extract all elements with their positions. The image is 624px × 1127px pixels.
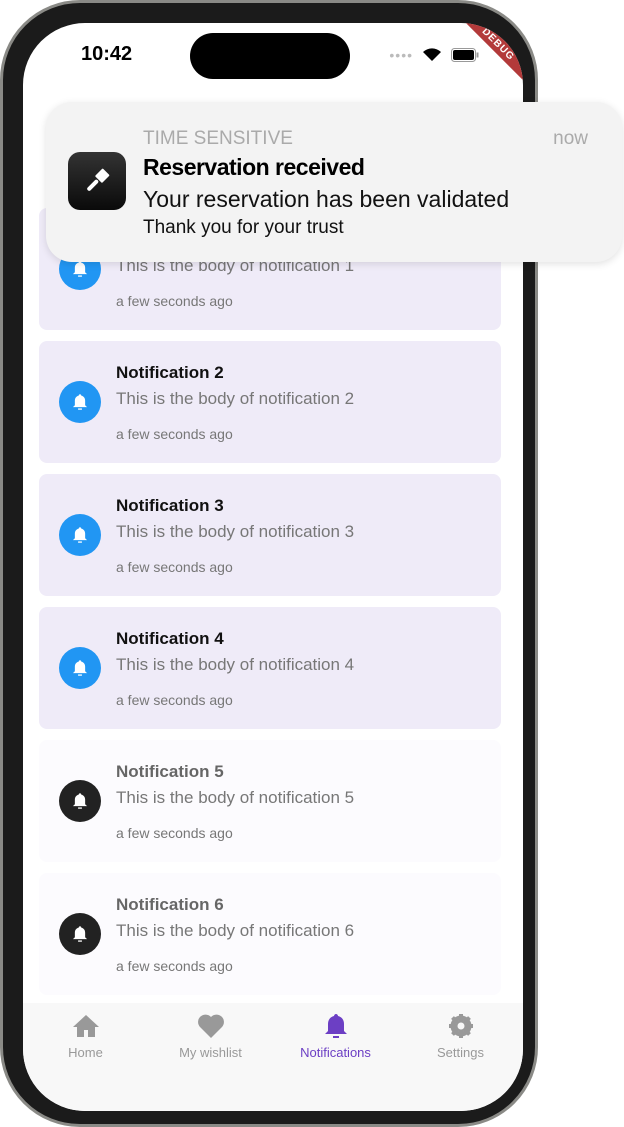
notification-time: a few seconds ago (116, 426, 233, 442)
notification-body: This is the body of notification 4 (116, 655, 355, 674)
bell-icon (324, 1014, 347, 1038)
tab-label: Notifications (300, 1045, 371, 1060)
paint-brush-icon (87, 168, 110, 191)
banner-title: Reservation received (143, 154, 365, 180)
home-icon (72, 1015, 99, 1037)
notification-card[interactable]: Notification 5 This is the body of notif… (39, 740, 501, 862)
battery-icon (451, 48, 479, 62)
dynamic-island (190, 33, 350, 79)
wifi-icon (423, 48, 441, 61)
notification-card[interactable]: Notification 4 This is the body of notif… (39, 607, 501, 729)
notification-title: Notification 5 (116, 762, 224, 781)
banner-subtitle: Thank you for your trust (143, 217, 344, 238)
notification-title: Notification 4 (116, 629, 224, 648)
tab-notifications[interactable]: Notifications (273, 1003, 398, 1111)
notification-title: Notification 3 (116, 496, 224, 515)
tab-label: Home (68, 1045, 103, 1060)
bell-icon (59, 780, 101, 822)
heart-icon (197, 1014, 224, 1038)
tab-wishlist[interactable]: My wishlist (148, 1003, 273, 1111)
bell-ringing-icon (59, 514, 101, 556)
bell-icon (59, 913, 101, 955)
bell-ringing-icon (59, 647, 101, 689)
notification-card[interactable]: Notification 6 This is the body of notif… (39, 873, 501, 995)
notification-time: a few seconds ago (116, 958, 233, 974)
notification-card[interactable]: Notification 3 This is the body of notif… (39, 474, 501, 596)
notification-body: This is the body of notification 2 (116, 389, 355, 408)
banner-time: now (553, 128, 588, 149)
app-icon (68, 152, 126, 210)
tab-home[interactable]: Home (23, 1003, 148, 1111)
tab-settings[interactable]: Settings (398, 1003, 523, 1111)
gear-icon (448, 1014, 473, 1038)
tab-label: My wishlist (179, 1045, 242, 1060)
notification-card[interactable]: Notification 2 This is the body of notif… (39, 341, 501, 463)
status-time: 10:42 (81, 43, 133, 65)
banner-category: TIME SENSITIVE (143, 128, 293, 149)
notification-title: Notification 2 (116, 363, 224, 382)
status-icons: •••• (389, 47, 479, 63)
bell-ringing-icon (59, 381, 101, 423)
notification-title: Notification 6 (116, 895, 224, 914)
banner-body: Your reservation has been validated (143, 186, 510, 212)
notification-body: This is the body of notification 3 (116, 522, 355, 541)
tab-label: Settings (437, 1045, 484, 1060)
bottom-nav: Home My wishlist Notifications Settings (23, 1003, 523, 1111)
signal-icon: •••• (389, 47, 413, 63)
notification-body: This is the body of notification 6 (116, 921, 355, 940)
notification-body: This is the body of notification 5 (116, 788, 355, 807)
notification-time: a few seconds ago (116, 559, 233, 575)
notification-time: a few seconds ago (116, 293, 233, 309)
push-notification-banner[interactable]: TIME SENSITIVE now Reservation received … (46, 102, 622, 262)
notification-time: a few seconds ago (116, 825, 233, 841)
notification-time: a few seconds ago (116, 692, 233, 708)
